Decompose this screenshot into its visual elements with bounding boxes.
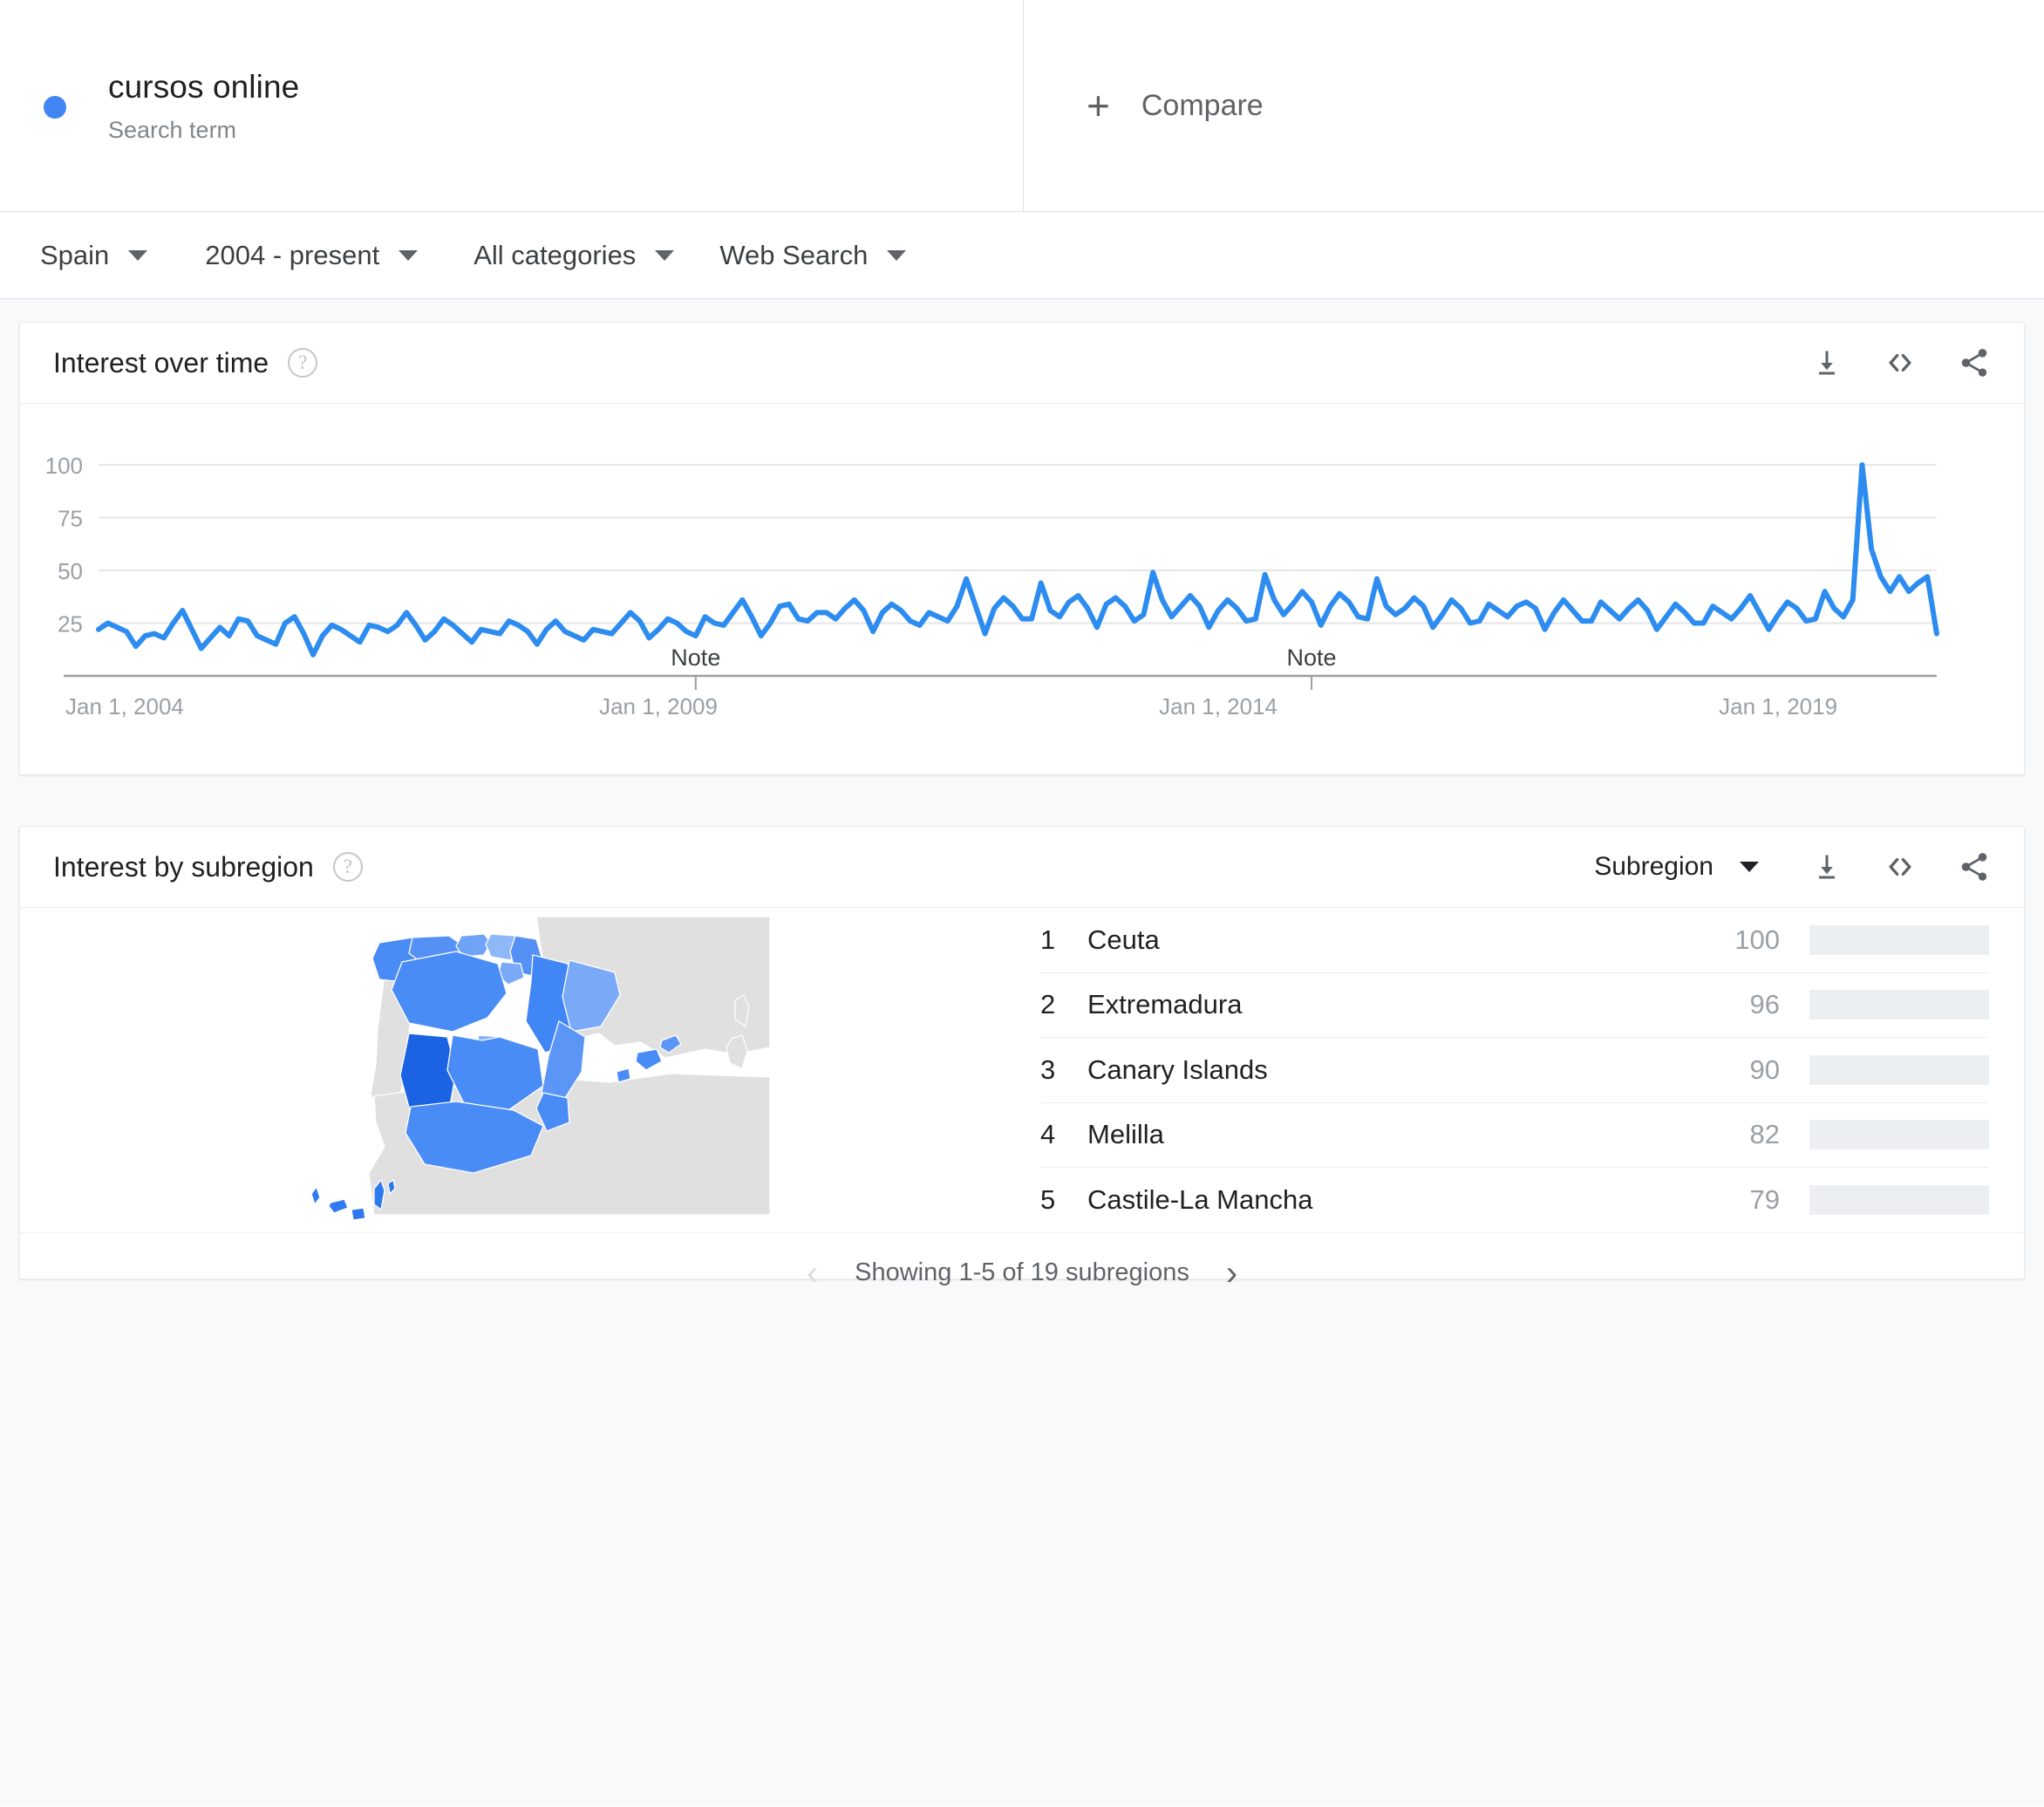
filter-search-type-label: Web Search xyxy=(719,239,869,270)
table-row[interactable]: 2 Extremadura 96 xyxy=(1040,973,1989,1038)
svg-text:Jan 1, 2004: Jan 1, 2004 xyxy=(65,693,184,719)
row-bar-track xyxy=(1809,1185,1989,1216)
subregion-list: 1 Ceuta 100 2 Extremadura 96 3 Canary Is… xyxy=(1032,908,2024,1232)
filter-region[interactable]: Spain xyxy=(40,239,148,271)
row-region-name: Extremadura xyxy=(1087,989,1243,1020)
search-term-cell[interactable]: cursos online Search term xyxy=(0,0,1024,211)
subregion-pagination: ‹ Showing 1-5 of 19 subregions › xyxy=(20,1232,2024,1313)
row-rank: 2 xyxy=(1040,989,1056,1020)
svg-text:Note: Note xyxy=(1287,644,1337,671)
help-icon[interactable]: ? xyxy=(288,348,318,378)
embed-code-icon[interactable] xyxy=(1883,849,1918,884)
row-bar-track xyxy=(1809,1054,1989,1085)
interest-over-time-header: Interest over time ? xyxy=(20,323,2024,404)
compare-label: Compare xyxy=(1141,88,1264,122)
row-region-name: Ceuta xyxy=(1087,924,1160,955)
chevron-down-icon xyxy=(887,249,907,261)
chevron-down-icon xyxy=(655,249,675,261)
row-score: 96 xyxy=(1749,989,1780,1020)
interest-over-time-chart[interactable]: 100 75 50 25 Note Note Jan 1, 2004 Jan 1, 2009 J… xyxy=(20,404,2024,775)
row-bar-track xyxy=(1809,990,1989,1020)
chevron-down-icon xyxy=(399,249,419,261)
table-row[interactable]: 3 Canary Islands 90 xyxy=(1040,1038,1989,1103)
interest-over-time-card: Interest over time ? 100 75 50 25 Note Note Ja… xyxy=(19,322,2025,775)
row-region-name: Canary Islands xyxy=(1087,1054,1268,1085)
chevron-left-icon[interactable]: ‹ xyxy=(807,1256,818,1291)
chevron-right-icon[interactable]: › xyxy=(1226,1256,1237,1291)
filter-bar: Spain 2004 - present All categories Web … xyxy=(0,212,2044,299)
svg-text:50: 50 xyxy=(58,558,83,584)
filter-time-range-label: 2004 - present xyxy=(205,239,380,270)
svg-text:Note: Note xyxy=(671,644,720,671)
download-icon[interactable] xyxy=(1811,851,1843,883)
time-series-plot: 100 75 50 25 Note Note Jan 1, 2004 Jan 1, 2009 J… xyxy=(45,453,1939,719)
map-region-extremadura xyxy=(399,1033,457,1115)
search-topbar: cursos online Search term + Compare xyxy=(0,0,2044,212)
breakdown-dropdown[interactable]: Subregion xyxy=(1594,852,1759,882)
svg-text:75: 75 xyxy=(58,506,83,532)
subregion-map[interactable] xyxy=(20,908,1032,1232)
row-region-name: Melilla xyxy=(1087,1119,1164,1150)
embed-code-icon[interactable] xyxy=(1883,345,1918,380)
help-icon[interactable]: ? xyxy=(332,852,363,882)
download-icon[interactable] xyxy=(1811,347,1843,378)
table-row[interactable]: 5 Castile-La Mancha 79 xyxy=(1040,1168,1989,1233)
interest-by-subregion-header: Interest by subregion ? Subregion xyxy=(20,827,2024,908)
plus-icon: + xyxy=(1087,83,1110,128)
table-row[interactable]: 1 Ceuta 100 xyxy=(1040,908,1989,973)
share-icon[interactable] xyxy=(1958,850,1991,883)
compare-button[interactable]: + Compare xyxy=(1024,0,2044,211)
row-rank: 1 xyxy=(1040,924,1056,955)
interest-by-subregion-card: Interest by subregion ? Subregion 1 Ceut… xyxy=(19,826,2025,1291)
row-score: 79 xyxy=(1749,1184,1780,1216)
svg-text:25: 25 xyxy=(58,611,83,638)
svg-text:Jan 1, 2014: Jan 1, 2014 xyxy=(1159,693,1278,719)
row-rank: 5 xyxy=(1040,1184,1056,1216)
svg-text:Jan 1, 2019: Jan 1, 2019 xyxy=(1719,693,1837,719)
filter-region-label: Spain xyxy=(40,239,110,270)
row-score: 100 xyxy=(1734,924,1780,955)
row-rank: 4 xyxy=(1040,1119,1056,1150)
svg-text:Jan 1, 2009: Jan 1, 2009 xyxy=(599,693,718,719)
search-term-type: Search term xyxy=(108,116,237,143)
table-row[interactable]: 4 Melilla 82 xyxy=(1040,1103,1989,1168)
search-term-text: cursos online xyxy=(108,69,300,106)
filter-search-type[interactable]: Web Search xyxy=(719,239,907,271)
chevron-down-icon xyxy=(128,249,148,261)
chevron-down-icon xyxy=(1740,862,1759,872)
row-region-name: Castile-La Mancha xyxy=(1087,1184,1313,1216)
pagination-text: Showing 1-5 of 19 subregions xyxy=(855,1258,1189,1286)
breakdown-dropdown-label: Subregion xyxy=(1594,852,1714,881)
share-icon[interactable] xyxy=(1958,346,1991,379)
spain-choropleth-map[interactable] xyxy=(282,917,770,1224)
filter-time-range[interactable]: 2004 - present xyxy=(205,239,419,271)
row-score: 82 xyxy=(1749,1119,1780,1150)
row-bar-track xyxy=(1809,1120,1989,1150)
svg-text:100: 100 xyxy=(45,453,83,479)
filter-category-label: All categories xyxy=(474,239,637,270)
subregion-body: 1 Ceuta 100 2 Extremadura 96 3 Canary Is… xyxy=(20,908,2024,1232)
series-color-dot xyxy=(44,96,66,119)
interest-over-time-title: Interest over time xyxy=(53,346,269,378)
results-page: Interest over time ? 100 75 50 25 Note Note Ja… xyxy=(0,299,2044,1806)
interest-by-subregion-title: Interest by subregion xyxy=(53,850,314,883)
row-score: 90 xyxy=(1749,1054,1780,1085)
row-bar-track xyxy=(1809,924,1989,955)
row-rank: 3 xyxy=(1040,1054,1056,1085)
filter-category[interactable]: All categories xyxy=(474,239,675,271)
